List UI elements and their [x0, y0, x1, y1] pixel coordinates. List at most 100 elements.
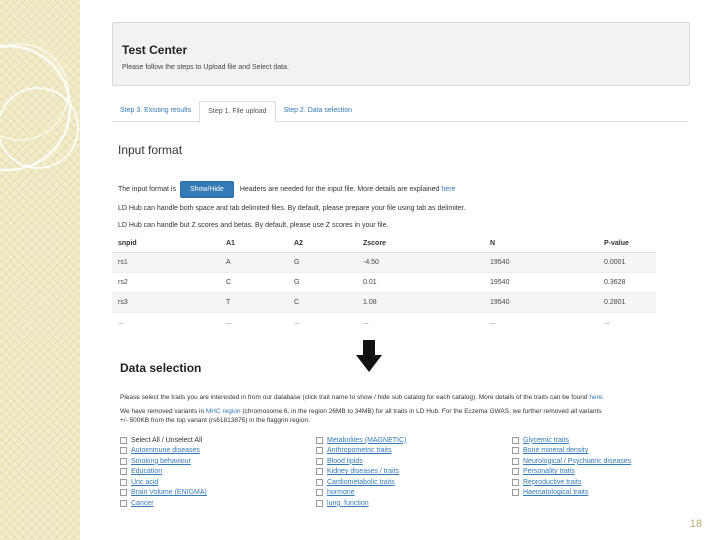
trait-checkbox[interactable]: Glycemic traits: [512, 435, 695, 446]
checkbox-icon[interactable]: [316, 499, 323, 507]
trait-checkbox[interactable]: Education: [120, 467, 316, 478]
mhc-note: We have removed variants in MHC region (…: [120, 408, 695, 415]
checkbox-icon[interactable]: [512, 447, 519, 455]
mhc-note-prefix: We have removed variants in: [120, 408, 205, 415]
trait-checkbox[interactable]: Smoking behaviour: [120, 456, 316, 467]
table-cell: G: [288, 272, 357, 293]
checkbox-icon[interactable]: [316, 457, 323, 465]
trait-checkbox[interactable]: Brain Volume (ENIGMA): [120, 488, 316, 499]
checkbox-icon[interactable]: [316, 436, 323, 444]
table-cell: 0.01: [357, 272, 484, 293]
trait-checkbox[interactable]: lung_function: [316, 498, 512, 509]
checkbox-icon[interactable]: [120, 478, 127, 486]
checkbox-icon[interactable]: [512, 489, 519, 497]
trait-checkbox[interactable]: Anthropometric traits: [316, 446, 512, 457]
col-header: snpid: [112, 235, 220, 253]
trait-label[interactable]: Cancer: [131, 500, 154, 507]
format-prefix: The input format is: [118, 186, 176, 193]
trait-label[interactable]: Cardiometabolic traits: [327, 479, 395, 486]
checkbox-icon[interactable]: [316, 468, 323, 476]
checkbox-icon[interactable]: [120, 489, 127, 497]
trait-checkbox[interactable]: Uric acid: [120, 477, 316, 488]
decorative-left-strip: [0, 0, 80, 540]
trait-checkbox[interactable]: Kidney diseases / traits: [316, 467, 512, 478]
table-cell: ...: [484, 312, 598, 332]
table-cell: rs3: [112, 292, 220, 313]
panel-subtitle: Please follow the steps to Upload file a…: [122, 64, 289, 71]
trait-label[interactable]: hormone: [327, 489, 355, 496]
checkbox-icon[interactable]: [316, 478, 323, 486]
trait-label[interactable]: Bone mineral density: [523, 447, 588, 454]
col-header: P-value: [598, 235, 656, 253]
trait-label[interactable]: Metabolites (MAGNETIC): [327, 437, 406, 444]
tab-existing-results[interactable]: Step 3. Existing results: [112, 101, 199, 121]
tab-data-selection[interactable]: Step 2. Data selection: [276, 101, 361, 121]
trait-checkbox[interactable]: Neurological / Psychiatric diseases: [512, 456, 695, 467]
slide-number: 18: [689, 518, 702, 530]
trait-checkbox[interactable]: Metabolites (MAGNETIC): [316, 435, 512, 446]
format-details-link[interactable]: here: [441, 186, 455, 193]
trait-label[interactable]: Glycemic traits: [523, 437, 569, 444]
trait-checkbox[interactable]: Cancer: [120, 498, 316, 509]
checkbox-icon[interactable]: [316, 489, 323, 497]
trait-label[interactable]: Uric acid: [131, 479, 158, 486]
show-hide-button[interactable]: Show/Hide: [179, 181, 234, 198]
checkbox-icon[interactable]: [512, 457, 519, 465]
trait-label[interactable]: lung_function: [327, 500, 369, 507]
trait-label[interactable]: Blood lipids: [327, 458, 363, 465]
trait-checkbox[interactable]: hormone: [316, 488, 512, 499]
trait-details-link[interactable]: here: [589, 394, 602, 401]
table-row: rs2 C G 0.01 19540 0.3628: [112, 272, 656, 293]
checkbox-icon[interactable]: [120, 436, 127, 444]
data-selection-instructions: Please select the traits you are interes…: [120, 394, 605, 401]
tab-file-upload[interactable]: Step 1. File upload: [199, 101, 276, 123]
table-row: ... ... ... ... ... ...: [112, 312, 656, 332]
table-cell: A: [220, 252, 288, 273]
trait-checkbox[interactable]: Personality traits: [512, 467, 695, 478]
trait-checkbox[interactable]: Blood lipids: [316, 456, 512, 467]
trait-label[interactable]: Education: [131, 468, 162, 475]
table-cell: G: [288, 252, 357, 273]
checkbox-icon[interactable]: [120, 468, 127, 476]
table-cell: -4.50: [357, 252, 484, 273]
checkbox-icon[interactable]: [120, 499, 127, 507]
table-cell: 0.3628: [598, 272, 656, 293]
trait-checkbox[interactable]: Bone mineral density: [512, 446, 695, 457]
col-header: N: [484, 235, 598, 253]
checkbox-icon[interactable]: [512, 478, 519, 486]
checkbox-icon[interactable]: [512, 468, 519, 476]
table-cell: rs1: [112, 252, 220, 273]
trait-checkbox[interactable]: Cardiometabolic traits: [316, 477, 512, 488]
trait-label[interactable]: Autoimmune diseases: [131, 447, 200, 454]
trait-label[interactable]: Smoking behaviour: [131, 458, 191, 465]
trait-checkbox[interactable]: Haematological traits: [512, 488, 695, 499]
trait-label: Select All / Unselect All: [131, 436, 203, 444]
table-header-row: snpid A1 A2 Zscore N P-value: [112, 235, 656, 253]
trait-checkbox[interactable]: Reproductive traits: [512, 477, 695, 488]
col-header: A2: [288, 235, 357, 253]
trait-checkbox[interactable]: Autoimmune diseases: [120, 446, 316, 457]
data-selection-heading: Data selection: [120, 361, 202, 375]
trait-label[interactable]: Kidney diseases / traits: [327, 468, 399, 475]
table-cell: ...: [598, 312, 656, 332]
trait-label[interactable]: Personality traits: [523, 468, 575, 475]
checkbox-icon[interactable]: [120, 447, 127, 455]
instructions-text: Please select the traits you are interes…: [120, 394, 588, 401]
checkbox-icon[interactable]: [316, 447, 323, 455]
trait-label[interactable]: Brain Volume (ENIGMA): [131, 489, 207, 496]
table-row: rs1 A G -4.50 19540 0.0001: [112, 252, 656, 273]
trait-label[interactable]: Anthropometric traits: [327, 447, 392, 454]
trait-label[interactable]: Haematological traits: [523, 489, 588, 496]
trait-label[interactable]: Neurological / Psychiatric diseases: [523, 458, 631, 465]
trait-label[interactable]: Reproductive traits: [523, 479, 581, 486]
table-cell: 19540: [484, 272, 598, 293]
table-cell: rs2: [112, 272, 220, 293]
checkbox-icon[interactable]: [120, 457, 127, 465]
checkbox-icon[interactable]: [512, 436, 519, 444]
table-cell: C: [220, 272, 288, 293]
mhc-region-link[interactable]: MHC region: [206, 408, 241, 415]
select-all-checkbox[interactable]: Select All / Unselect All: [120, 435, 316, 446]
format-suffix: Headers are needed for the input file. M…: [239, 186, 440, 193]
example-input-table: snpid A1 A2 Zscore N P-value rs1 A G -4.…: [112, 235, 656, 332]
input-format-line: The input format is Show/Hide Headers ar…: [118, 181, 455, 198]
